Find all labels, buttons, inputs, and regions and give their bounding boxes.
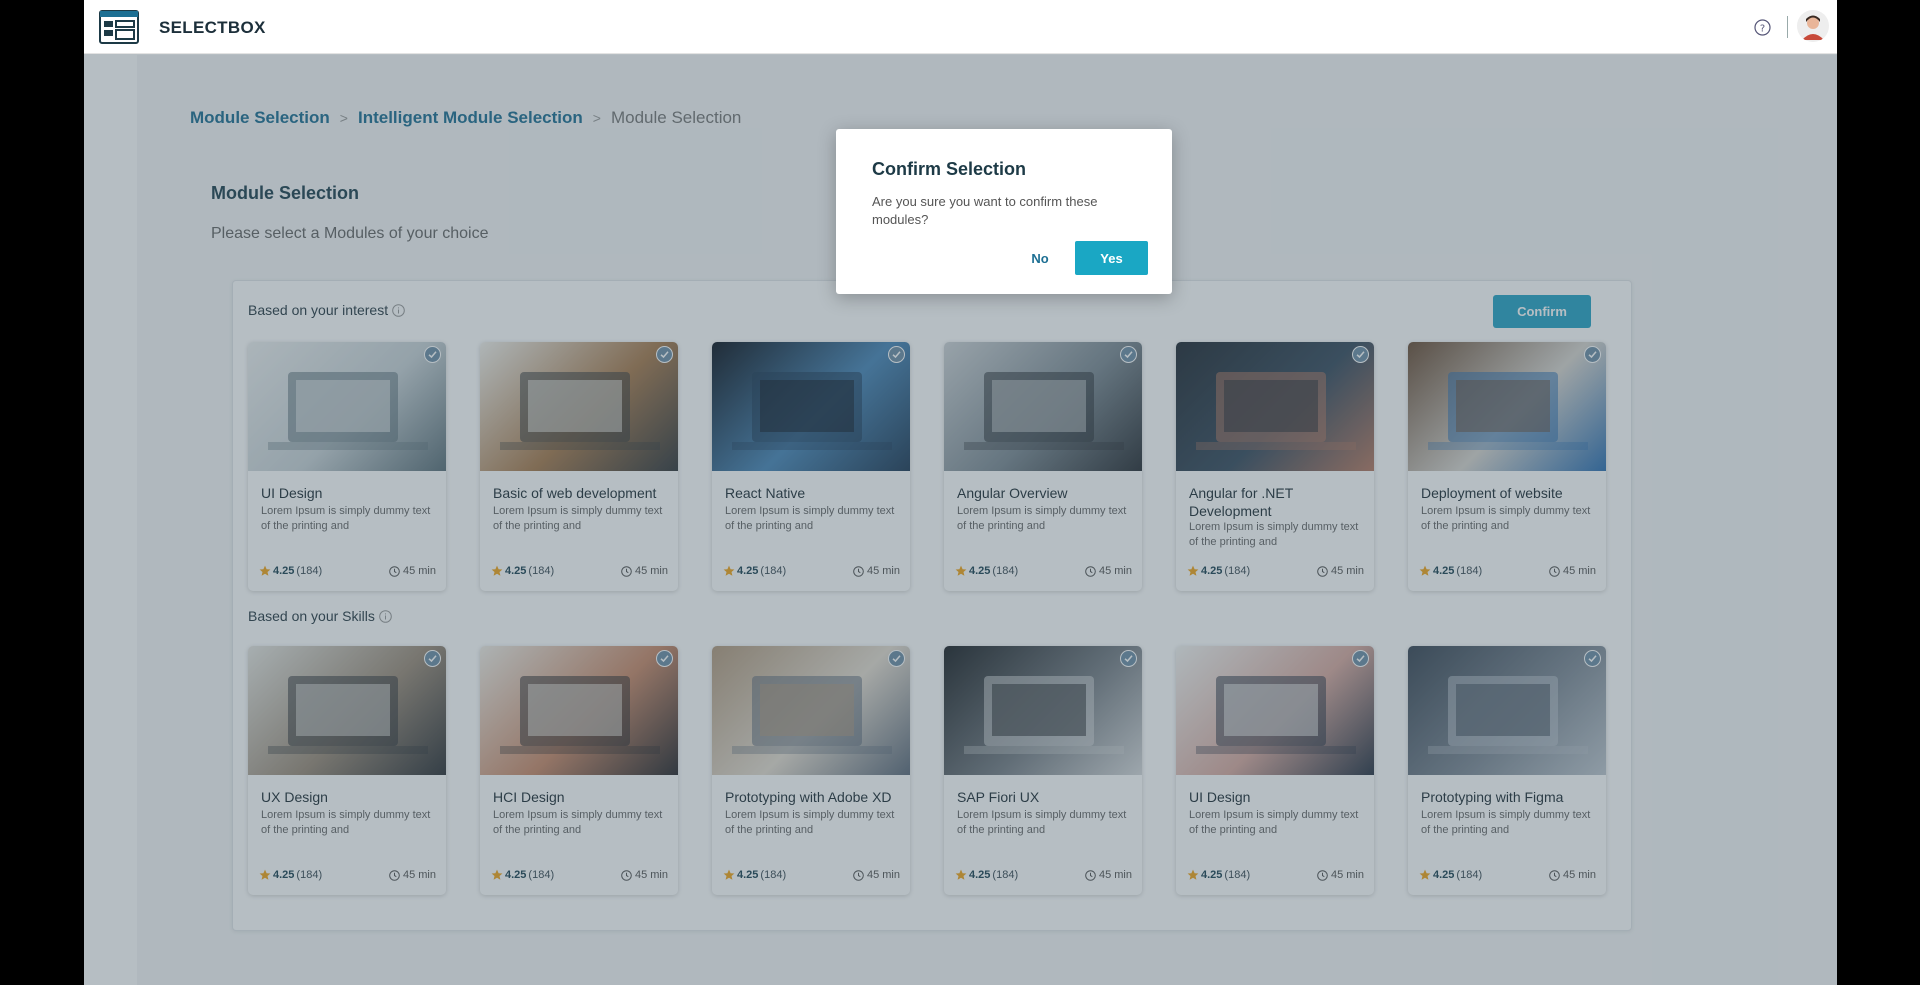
no-button[interactable]: No [1012, 241, 1068, 275]
dialog-title: Confirm Selection [872, 159, 1027, 179]
user-avatar-icon [1797, 10, 1829, 42]
top-bar: SELECTBOX ? [84, 0, 1837, 54]
app-window: SELECTBOX ? Module Selection > Intellige… [84, 0, 1837, 985]
yes-button[interactable]: Yes [1075, 241, 1148, 275]
help-icon[interactable]: ? [1754, 19, 1771, 36]
confirm-dialog: Confirm Selection Are you sure you want … [836, 129, 1172, 294]
dialog-message: Are you sure you want to confirm these m… [872, 194, 1098, 227]
logo-icon [99, 10, 139, 44]
topbar-divider [1787, 16, 1788, 38]
avatar[interactable] [1797, 10, 1829, 42]
brand-name: SELECTBOX [159, 18, 266, 37]
svg-text:?: ? [1760, 23, 1765, 34]
